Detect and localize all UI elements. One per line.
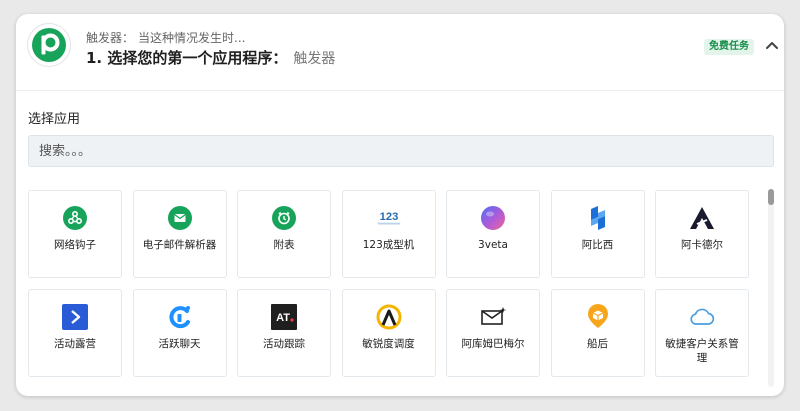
app-name: 123成型机 bbox=[362, 239, 415, 251]
trigger-label: 触发器： bbox=[86, 31, 135, 45]
acumbamail-icon bbox=[479, 303, 507, 331]
app-name: 活动露营 bbox=[54, 338, 96, 350]
app-name: 阿卡德尔 bbox=[681, 239, 723, 251]
app-tile[interactable]: 敏锐度调度 bbox=[341, 289, 436, 377]
trigger-description: 当这种情况发生时... bbox=[138, 31, 246, 45]
app-grid: 网络钩子 电子邮件解析器 附表 123 123成型机 3veta 阿比西 阿卡德… bbox=[28, 190, 752, 377]
3veta-icon bbox=[479, 204, 507, 232]
webhook-icon bbox=[61, 204, 89, 232]
app-selector-card: 触发器： 当这种情况发生时... 1. 选择您的第一个应用程序： 触发器 免费任务 … bbox=[16, 14, 784, 396]
app-tile[interactable]: 3veta bbox=[446, 190, 540, 278]
app-name: 活动跟踪 bbox=[263, 338, 305, 350]
alarm-clock-icon bbox=[270, 204, 298, 232]
app-name: 网络钩子 bbox=[54, 239, 96, 251]
step-header: 触发器： 当这种情况发生时... 1. 选择您的第一个应用程序： 触发器 免费任务 bbox=[16, 14, 784, 91]
app-tile[interactable]: 敏捷客户关系管理 bbox=[655, 289, 749, 377]
app-name: 敏捷客户关系管理 bbox=[665, 338, 739, 364]
trigger-subtitle: 触发器： 当这种情况发生时... bbox=[86, 29, 245, 46]
activecampaign-icon bbox=[61, 303, 89, 331]
step-title: 1. 选择您的第一个应用程序： 触发器 bbox=[86, 47, 335, 68]
app-tile[interactable]: 附表 bbox=[237, 190, 331, 278]
app-logo bbox=[27, 23, 71, 67]
app-grid-scrollbar[interactable] bbox=[768, 189, 774, 387]
app-tile[interactable]: AT 活动跟踪 bbox=[237, 289, 331, 377]
email-parser-icon bbox=[166, 204, 194, 232]
app-tile[interactable]: 船后 bbox=[550, 289, 645, 377]
free-task-badge: 免费任务 bbox=[704, 39, 754, 55]
app-name: 敏锐度调度 bbox=[362, 338, 415, 350]
activetrail-logo-text: AT bbox=[276, 312, 290, 324]
app-name: 船后 bbox=[587, 338, 608, 350]
agile-crm-icon bbox=[688, 303, 716, 331]
step-event: 触发器 bbox=[293, 51, 336, 67]
app-name: 活跃聊天 bbox=[158, 338, 201, 350]
app-tile[interactable]: 阿库姆巴梅尔 bbox=[446, 289, 540, 377]
app-name: 阿比西 bbox=[581, 239, 614, 251]
app-tile[interactable]: 电子邮件解析器 bbox=[132, 190, 227, 278]
activetrail-icon: AT bbox=[270, 303, 298, 331]
abyssale-icon bbox=[584, 204, 612, 232]
app-name: 电子邮件解析器 bbox=[142, 239, 217, 251]
accredible-icon bbox=[688, 204, 716, 232]
search-input[interactable] bbox=[28, 135, 774, 167]
app-tile[interactable]: 阿比西 bbox=[550, 190, 645, 278]
123formbuilder-icon: 123 bbox=[375, 204, 403, 232]
collapse-button[interactable] bbox=[764, 37, 780, 53]
select-app-label: 选择应用 bbox=[28, 112, 81, 127]
app-tile[interactable]: 活跃聊天 bbox=[132, 289, 227, 377]
app-name: 附表 bbox=[273, 239, 295, 251]
app-tile[interactable]: 123 123成型机 bbox=[341, 190, 436, 278]
acuity-scheduling-icon bbox=[375, 303, 403, 331]
app-name: 3veta bbox=[478, 239, 508, 251]
activechat-icon bbox=[166, 303, 194, 331]
scrollbar-thumb[interactable] bbox=[768, 189, 774, 205]
aftership-icon bbox=[584, 303, 612, 331]
123formbuilder-logo-text: 123 bbox=[379, 211, 398, 223]
app-tile[interactable]: 阿卡德尔 bbox=[655, 190, 749, 278]
step-title-text: 1. 选择您的第一个应用程序： bbox=[86, 49, 288, 67]
app-tile[interactable]: 活动露营 bbox=[28, 289, 122, 377]
chevron-up-icon bbox=[766, 42, 778, 49]
pabbly-logo-icon bbox=[32, 28, 66, 62]
app-tile[interactable]: 网络钩子 bbox=[28, 190, 122, 278]
app-name: 阿库姆巴梅尔 bbox=[461, 338, 525, 350]
